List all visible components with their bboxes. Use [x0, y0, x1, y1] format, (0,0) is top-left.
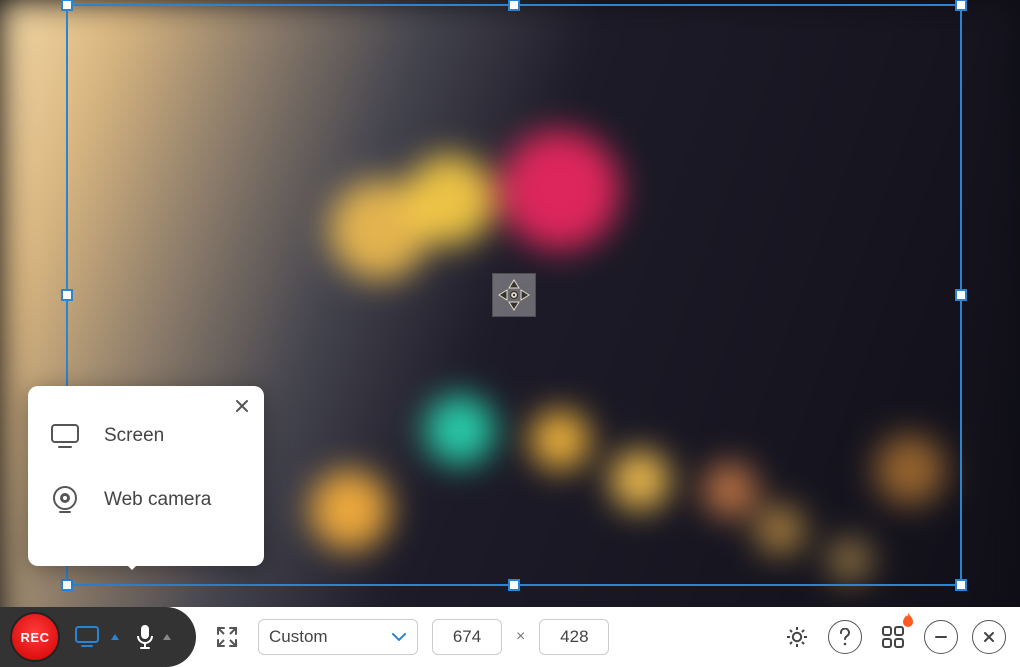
resize-handle-left[interactable] — [61, 289, 73, 301]
record-button[interactable]: REC — [10, 612, 60, 662]
size-preset-select[interactable]: Custom — [258, 619, 418, 655]
toolbar-primary: REC — [0, 607, 196, 667]
apps-button[interactable] — [876, 620, 910, 654]
record-label: REC — [21, 630, 50, 645]
resize-handle-bottom-left[interactable] — [61, 579, 73, 591]
chevron-up-icon — [110, 633, 120, 641]
video-source-button[interactable] — [74, 625, 120, 649]
question-icon — [838, 628, 852, 646]
fullscreen-button[interactable] — [210, 620, 244, 654]
monitor-icon — [46, 423, 84, 449]
microphone-icon — [134, 623, 156, 651]
source-option-label: Screen — [104, 425, 164, 447]
source-option-webcam[interactable]: Web camera — [46, 468, 246, 532]
chevron-up-icon — [162, 633, 172, 641]
close-button[interactable] — [972, 620, 1006, 654]
resize-handle-top-right[interactable] — [955, 0, 967, 11]
fullscreen-icon — [215, 625, 239, 649]
source-option-label: Web camera — [104, 489, 211, 511]
gear-icon — [784, 624, 810, 650]
width-value: 674 — [453, 627, 481, 647]
dimension-separator: × — [516, 628, 525, 646]
source-option-screen[interactable]: Screen — [46, 404, 246, 468]
minus-icon — [934, 630, 948, 644]
chevron-down-icon — [391, 631, 407, 643]
toolbar-secondary: Custom 674 × 428 — [196, 619, 1020, 655]
size-preset-value: Custom — [269, 627, 381, 647]
close-icon — [982, 630, 996, 644]
source-popup: Screen Web camera — [28, 386, 264, 566]
webcam-icon — [46, 485, 84, 515]
move-icon — [497, 278, 531, 312]
resize-handle-bottom[interactable] — [508, 579, 520, 591]
minimize-button[interactable] — [924, 620, 958, 654]
settings-button[interactable] — [780, 620, 814, 654]
resize-handle-top-left[interactable] — [61, 0, 73, 11]
resize-handle-top[interactable] — [508, 0, 520, 11]
resize-handle-bottom-right[interactable] — [955, 579, 967, 591]
toolbar: REC — [0, 607, 1020, 667]
width-input[interactable]: 674 — [432, 619, 502, 655]
monitor-icon — [74, 625, 104, 649]
move-handle[interactable] — [492, 273, 536, 317]
help-button[interactable] — [828, 620, 862, 654]
flame-badge-icon — [900, 612, 916, 630]
resize-handle-right[interactable] — [955, 289, 967, 301]
height-input[interactable]: 428 — [539, 619, 609, 655]
height-value: 428 — [560, 627, 588, 647]
audio-source-button[interactable] — [134, 623, 172, 651]
popup-close-button[interactable] — [234, 398, 250, 414]
close-icon — [234, 398, 250, 414]
